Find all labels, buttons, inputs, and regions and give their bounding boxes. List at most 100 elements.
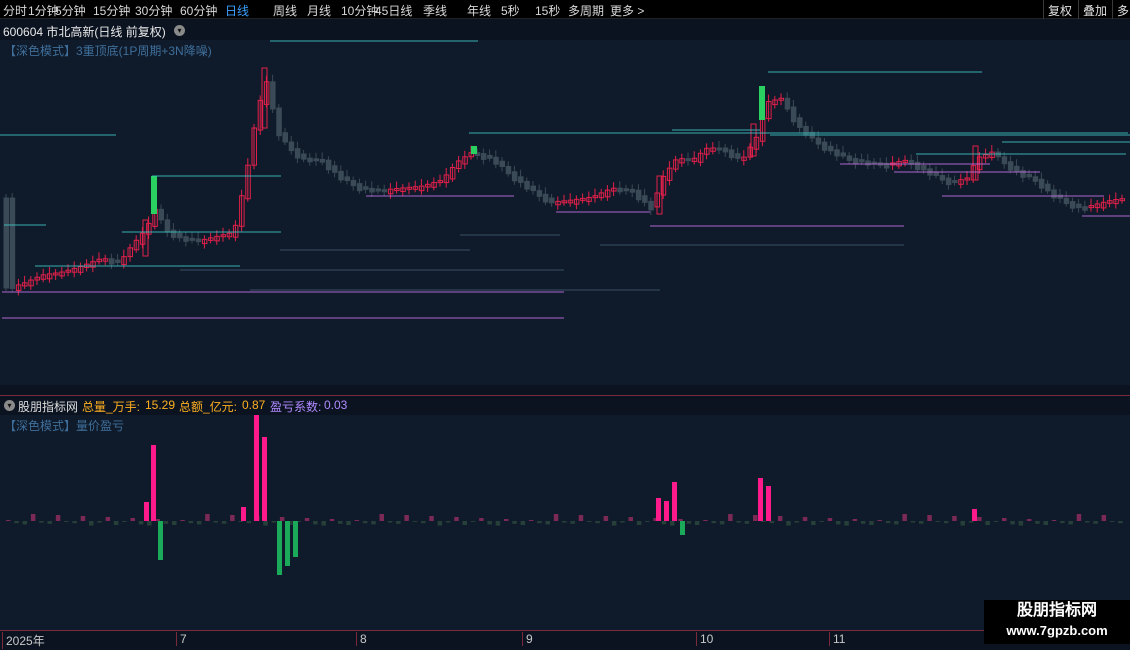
candlestick-chart[interactable] [0, 40, 1130, 385]
candle-body [828, 145, 834, 152]
small-positive-bar [80, 516, 86, 521]
chevron-down-icon[interactable]: ▾ [4, 400, 15, 411]
profit-bar [766, 486, 771, 521]
tab-period-6[interactable]: 日线 [225, 2, 249, 19]
total-amount-label: 总额_亿元: [179, 400, 238, 414]
candle-body [617, 187, 623, 193]
small-negative-bar [587, 521, 592, 522]
candle-body [933, 171, 939, 176]
small-negative-bar [736, 521, 741, 523]
tab-period-10[interactable]: 45日线 [375, 2, 412, 19]
profit-bar [972, 509, 977, 521]
tab-period-14[interactable]: 15秒 [535, 2, 560, 19]
tab-period-2[interactable]: 5分钟 [55, 2, 86, 19]
candle-body [1057, 194, 1063, 199]
candle-body [1082, 206, 1088, 211]
volume-profit-chart[interactable] [0, 415, 1130, 630]
tab-period-11[interactable]: 季线 [423, 2, 447, 19]
small-positive-bar [155, 519, 160, 521]
candle-body [487, 154, 493, 159]
tab-period-0[interactable]: 分时 [3, 2, 27, 19]
small-negative-bar [869, 521, 874, 525]
candle-body [945, 177, 952, 186]
candle-body [846, 155, 853, 161]
small-positive-bar [55, 515, 61, 521]
profit-coef-value: 0.03 [324, 398, 348, 412]
sub-indicator-name: 股朋指标网 [18, 400, 79, 414]
candle-body [177, 232, 183, 239]
candle-body [921, 165, 927, 171]
small-negative-bar [993, 521, 999, 522]
small-negative-bar [694, 521, 700, 525]
small-positive-bar [105, 517, 111, 521]
candle-body [642, 195, 648, 203]
small-negative-bar [620, 521, 625, 523]
candle-body [790, 106, 797, 123]
loss-bar [680, 521, 685, 535]
small-negative-bar [636, 521, 642, 525]
total-amount-value: 0.87 [242, 398, 266, 412]
small-positive-bar [279, 517, 285, 521]
toolbar-button-2[interactable]: 多 [1112, 0, 1130, 19]
tab-period-4[interactable]: 30分钟 [135, 2, 172, 19]
tab-period-5[interactable]: 60分钟 [180, 2, 217, 19]
small-negative-bar [238, 521, 243, 522]
candle-body [480, 153, 487, 160]
candle-body [914, 161, 921, 171]
small-negative-bar [39, 521, 44, 523]
candle-body [301, 153, 307, 160]
small-negative-bar [196, 521, 202, 525]
candle-body [294, 148, 301, 159]
candle-body [307, 157, 313, 163]
small-negative-bar [661, 521, 667, 525]
profit-bar [758, 478, 763, 521]
candle-body [952, 180, 958, 184]
candle-body [728, 149, 735, 159]
breakout-candle [471, 146, 477, 154]
tab-period-16[interactable]: 更多 > [610, 2, 644, 19]
toolbar-button-0[interactable]: 复权 [1043, 0, 1076, 19]
tab-period-9[interactable]: 10分钟 [341, 2, 378, 19]
small-negative-bar [346, 521, 351, 525]
small-negative-bar [163, 521, 169, 524]
candle-body [1051, 189, 1057, 199]
tab-period-3[interactable]: 15分钟 [93, 2, 130, 19]
candle-body [325, 159, 332, 171]
top-toolbar: 分时 1分钟 5分钟 15分钟 30分钟 60分钟 日线 周线 月线 10分钟 45日线 季线 年线 5秒… [0, 0, 1130, 19]
candle-body [549, 197, 555, 204]
small-negative-bar [188, 521, 194, 524]
candle-body [9, 197, 16, 289]
panel-divider[interactable] [0, 395, 1130, 396]
small-negative-bar [72, 521, 77, 524]
small-negative-bar [371, 521, 376, 525]
small-negative-bar [412, 521, 418, 522]
small-negative-bar [860, 521, 866, 524]
small-negative-bar [595, 521, 600, 524]
candle-body [108, 258, 115, 265]
tab-period-15[interactable]: 多周期 [568, 2, 604, 19]
candle-body [1045, 183, 1051, 192]
candle-body [530, 185, 536, 192]
small-negative-bar [213, 521, 218, 523]
small-negative-bar [910, 521, 916, 523]
small-negative-bar [719, 521, 725, 525]
tab-period-8[interactable]: 月线 [307, 2, 331, 19]
loss-bar [293, 521, 298, 557]
tab-period-12[interactable]: 年线 [467, 2, 491, 19]
chevron-down-icon[interactable]: ▾ [174, 25, 185, 36]
small-negative-bar [985, 521, 990, 525]
tab-period-13[interactable]: 5秒 [501, 2, 520, 19]
candle-body [1038, 178, 1045, 189]
small-negative-bar [512, 521, 517, 524]
candle-body [282, 132, 288, 143]
toolbar-button-1[interactable]: 叠加 [1078, 0, 1111, 19]
small-negative-bar [769, 521, 775, 524]
candle-body [722, 147, 729, 153]
small-negative-bar [844, 521, 849, 526]
small-positive-bar [927, 515, 932, 521]
small-positive-bar [952, 516, 957, 521]
small-negative-bar [445, 521, 451, 523]
candle-body [338, 170, 344, 181]
tab-period-7[interactable]: 周线 [273, 2, 297, 19]
small-negative-bar [321, 521, 326, 526]
